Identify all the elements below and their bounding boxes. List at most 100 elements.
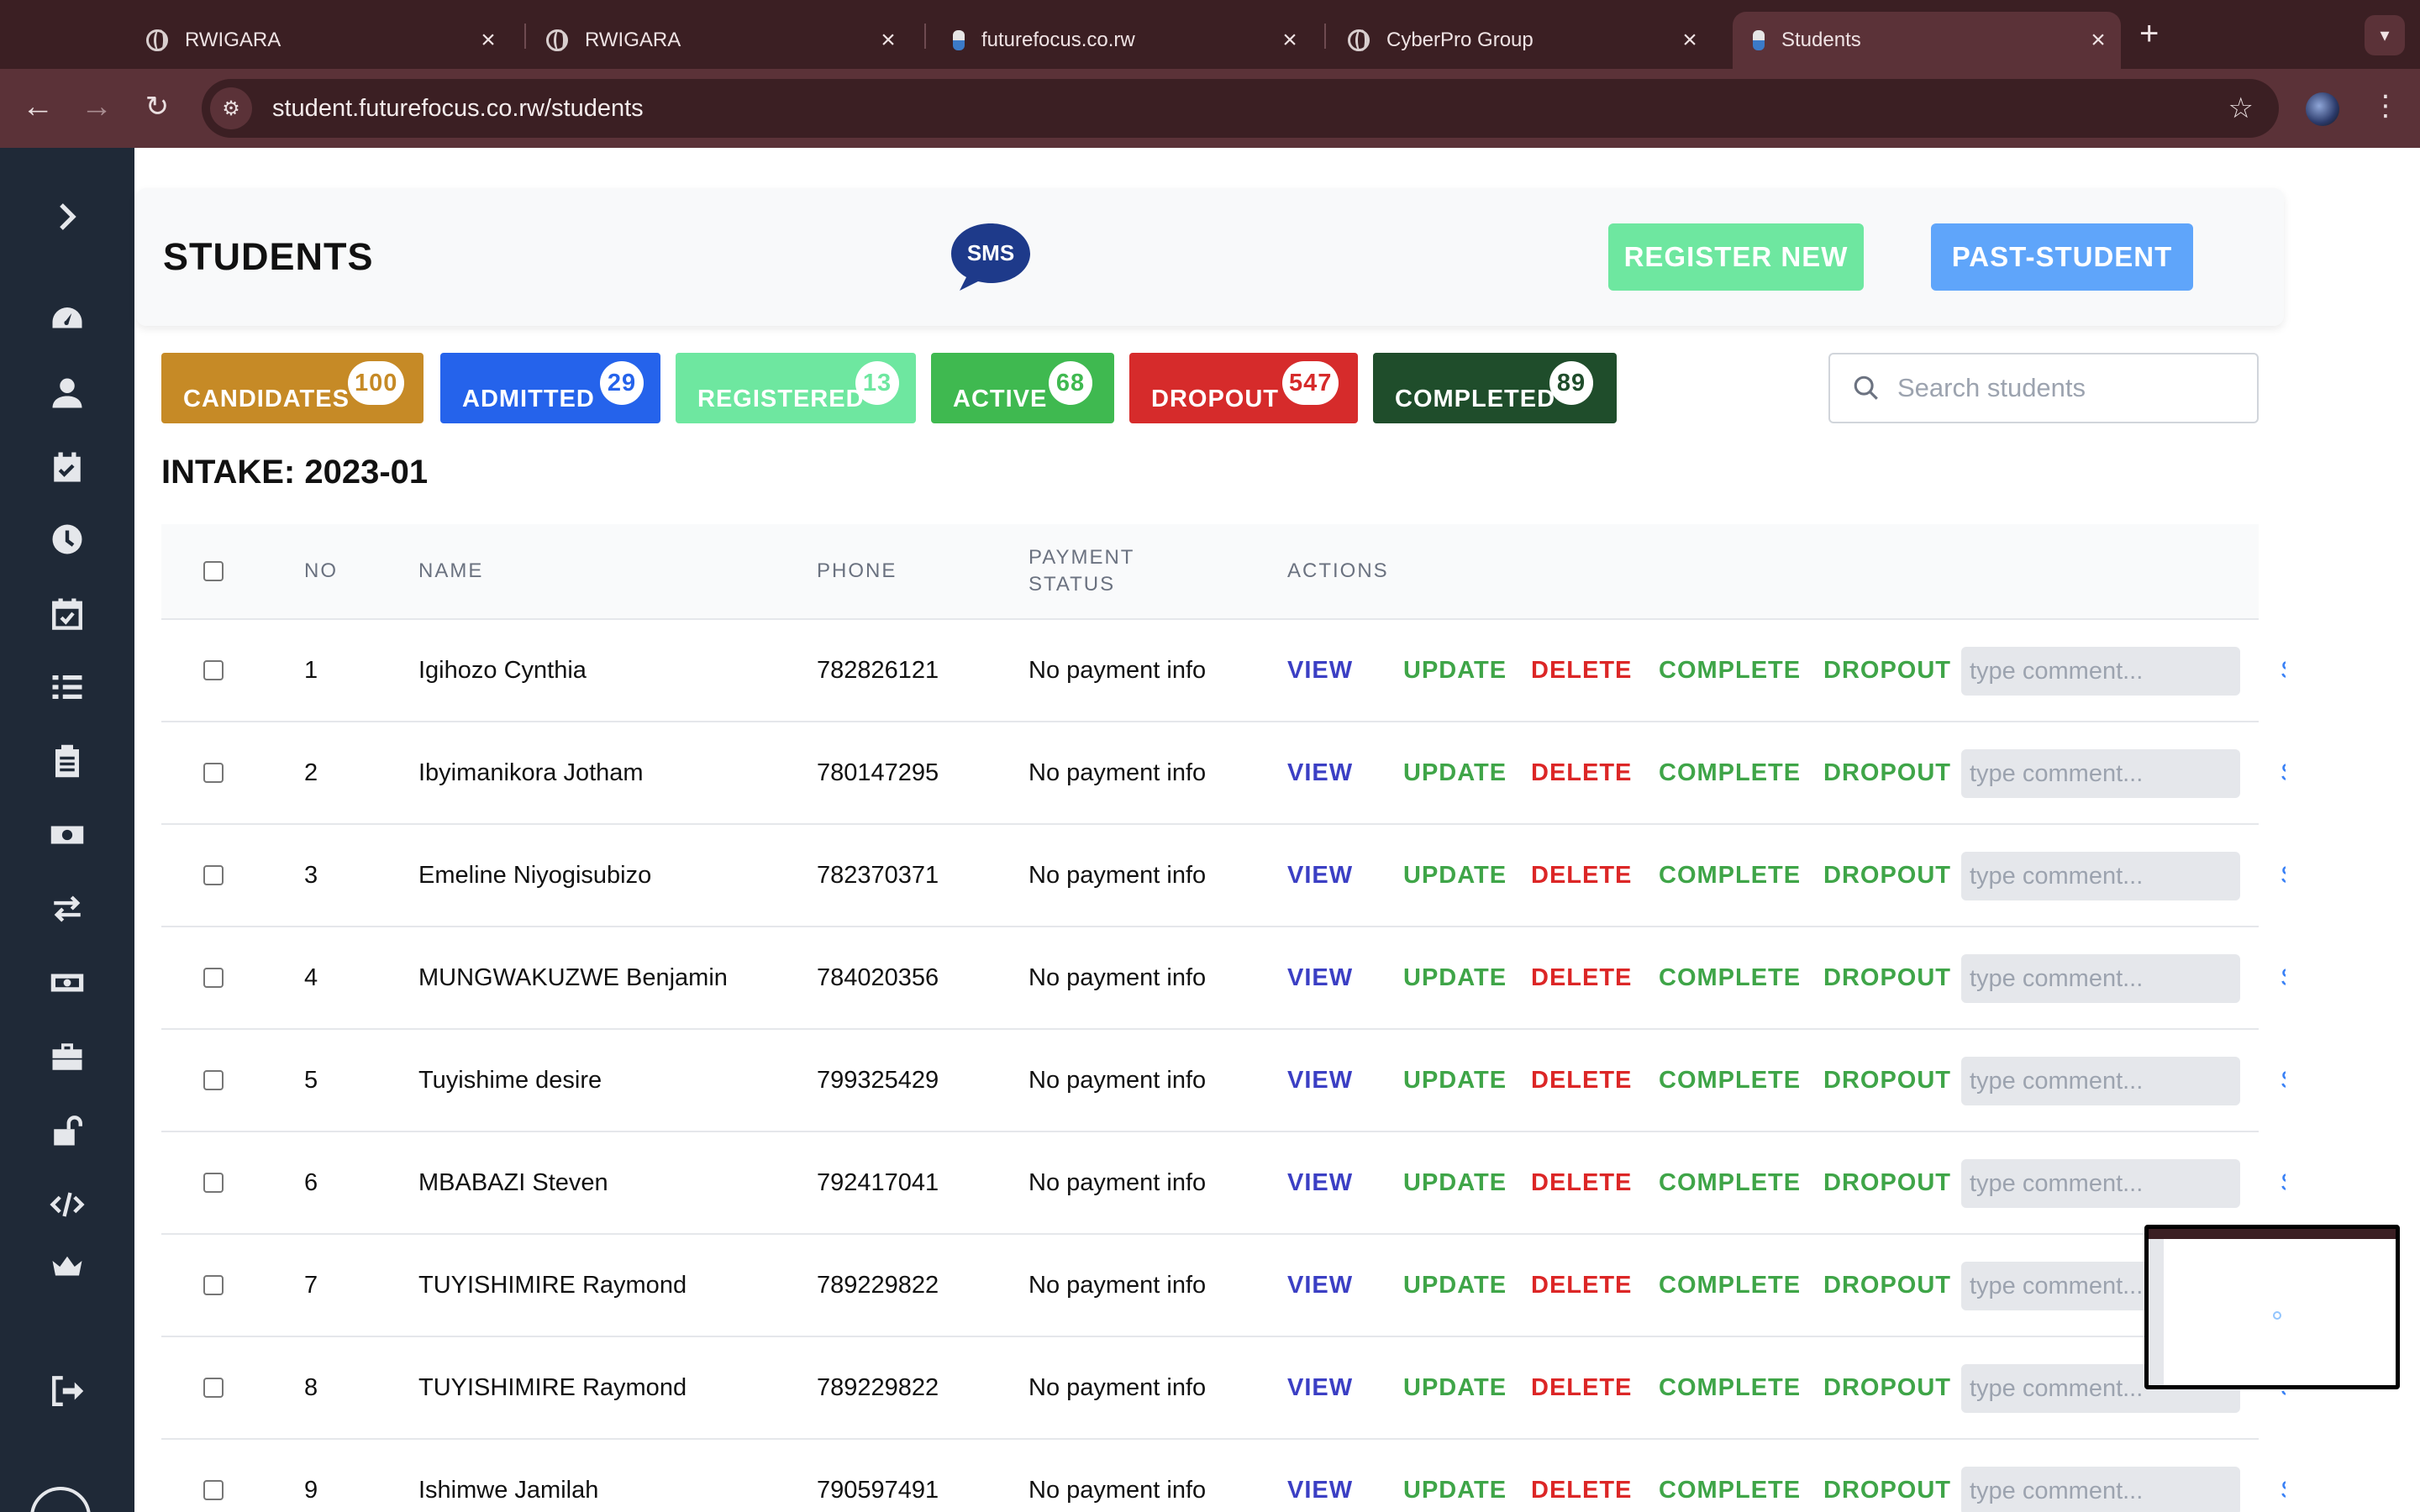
dropout-button[interactable]: DROPOUT bbox=[1823, 620, 1951, 721]
tab-search-button[interactable]: ▾ bbox=[2365, 15, 2405, 55]
clock-icon[interactable] bbox=[47, 519, 87, 559]
profile-avatar[interactable] bbox=[2306, 92, 2339, 126]
truncated-action-button[interactable]: S bbox=[2281, 1132, 2286, 1233]
comment-input[interactable] bbox=[1961, 1159, 2240, 1208]
complete-button[interactable]: COMPLETE bbox=[1659, 1132, 1801, 1233]
filter-dropout[interactable]: DROPOUT 547 bbox=[1129, 353, 1358, 423]
view-button[interactable]: VIEW bbox=[1287, 1235, 1353, 1336]
browser-tab[interactable]: CyberPro Group × bbox=[1336, 12, 1707, 69]
close-icon[interactable]: × bbox=[2086, 26, 2111, 55]
past-student-button[interactable]: PAST-STUDENT bbox=[1931, 223, 2193, 291]
code-icon[interactable] bbox=[47, 1184, 87, 1225]
view-button[interactable]: VIEW bbox=[1287, 620, 1353, 721]
row-checkbox[interactable] bbox=[203, 763, 224, 783]
browser-menu-icon[interactable]: ⋮ bbox=[2371, 89, 2400, 123]
clipboard-icon[interactable] bbox=[47, 741, 87, 781]
complete-button[interactable]: COMPLETE bbox=[1659, 1235, 1801, 1336]
site-settings-icon[interactable]: ⚙ bbox=[210, 87, 252, 129]
avatar[interactable] bbox=[30, 1487, 91, 1512]
close-icon[interactable]: × bbox=[876, 26, 901, 55]
transfer-icon[interactable] bbox=[47, 889, 87, 929]
view-button[interactable]: VIEW bbox=[1287, 825, 1353, 926]
truncated-action-button[interactable]: S bbox=[2281, 1030, 2286, 1131]
bookmark-star-icon[interactable]: ☆ bbox=[2228, 92, 2254, 125]
update-button[interactable]: UPDATE bbox=[1403, 620, 1507, 721]
user-icon[interactable] bbox=[47, 373, 87, 413]
new-tab-button[interactable]: + bbox=[2139, 15, 2159, 53]
address-bar[interactable]: ⚙ student.futurefocus.co.rw/students ☆ bbox=[202, 79, 2279, 138]
search-box[interactable] bbox=[1828, 353, 2259, 423]
select-all-checkbox[interactable] bbox=[203, 561, 224, 581]
row-checkbox[interactable] bbox=[203, 1070, 224, 1090]
update-button[interactable]: UPDATE bbox=[1403, 825, 1507, 926]
browser-tab[interactable]: futurefocus.co.rw × bbox=[936, 12, 1307, 69]
delete-button[interactable]: DELETE bbox=[1531, 620, 1632, 721]
crown-icon[interactable] bbox=[47, 1247, 87, 1287]
dashboard-icon[interactable] bbox=[47, 299, 87, 339]
screen-recording-preview[interactable] bbox=[2144, 1225, 2400, 1389]
dropout-button[interactable]: DROPOUT bbox=[1823, 1235, 1951, 1336]
delete-button[interactable]: DELETE bbox=[1531, 1030, 1632, 1131]
calendar-icon[interactable] bbox=[47, 593, 87, 633]
dropout-button[interactable]: DROPOUT bbox=[1823, 1030, 1951, 1131]
delete-button[interactable]: DELETE bbox=[1531, 1440, 1632, 1512]
money-icon[interactable] bbox=[47, 815, 87, 855]
view-button[interactable]: VIEW bbox=[1287, 1132, 1353, 1233]
dropout-button[interactable]: DROPOUT bbox=[1823, 722, 1951, 823]
close-icon[interactable]: × bbox=[476, 26, 501, 55]
update-button[interactable]: UPDATE bbox=[1403, 1235, 1507, 1336]
update-button[interactable]: UPDATE bbox=[1403, 722, 1507, 823]
back-button[interactable]: ← bbox=[17, 86, 59, 128]
comment-input[interactable] bbox=[1961, 749, 2240, 798]
toolbox-icon[interactable] bbox=[47, 1037, 87, 1077]
url-text[interactable]: student.futurefocus.co.rw/students bbox=[272, 95, 2228, 123]
forward-button[interactable]: → bbox=[76, 86, 118, 128]
update-button[interactable]: UPDATE bbox=[1403, 1030, 1507, 1131]
delete-button[interactable]: DELETE bbox=[1531, 1235, 1632, 1336]
comment-input[interactable] bbox=[1961, 954, 2240, 1003]
delete-button[interactable]: DELETE bbox=[1531, 1132, 1632, 1233]
row-checkbox[interactable] bbox=[203, 1480, 224, 1500]
logout-icon[interactable] bbox=[47, 1371, 87, 1411]
view-button[interactable]: VIEW bbox=[1287, 1337, 1353, 1438]
delete-button[interactable]: DELETE bbox=[1531, 825, 1632, 926]
dropout-button[interactable]: DROPOUT bbox=[1823, 1337, 1951, 1438]
dropout-button[interactable]: DROPOUT bbox=[1823, 927, 1951, 1028]
dropout-button[interactable]: DROPOUT bbox=[1823, 1132, 1951, 1233]
view-button[interactable]: VIEW bbox=[1287, 1440, 1353, 1512]
comment-input[interactable] bbox=[1961, 1057, 2240, 1105]
complete-button[interactable]: COMPLETE bbox=[1659, 722, 1801, 823]
filter-candidates[interactable]: CANDIDATES 100 bbox=[161, 353, 424, 423]
row-checkbox[interactable] bbox=[203, 660, 224, 680]
complete-button[interactable]: COMPLETE bbox=[1659, 825, 1801, 926]
unlock-icon[interactable] bbox=[47, 1110, 87, 1151]
reload-button[interactable]: ↻ bbox=[136, 86, 178, 128]
comment-input[interactable] bbox=[1961, 647, 2240, 696]
dropout-button[interactable]: DROPOUT bbox=[1823, 1440, 1951, 1512]
update-button[interactable]: UPDATE bbox=[1403, 1440, 1507, 1512]
complete-button[interactable]: COMPLETE bbox=[1659, 1337, 1801, 1438]
delete-button[interactable]: DELETE bbox=[1531, 927, 1632, 1028]
filter-completed[interactable]: COMPLETED 89 bbox=[1373, 353, 1617, 423]
truncated-action-button[interactable]: S bbox=[2281, 722, 2286, 823]
delete-button[interactable]: DELETE bbox=[1531, 1337, 1632, 1438]
list-icon[interactable] bbox=[47, 667, 87, 707]
view-button[interactable]: VIEW bbox=[1287, 927, 1353, 1028]
browser-tab[interactable]: RWIGARA × bbox=[534, 12, 906, 69]
row-checkbox[interactable] bbox=[203, 865, 224, 885]
update-button[interactable]: UPDATE bbox=[1403, 1337, 1507, 1438]
row-checkbox[interactable] bbox=[203, 968, 224, 988]
dropout-button[interactable]: DROPOUT bbox=[1823, 825, 1951, 926]
update-button[interactable]: UPDATE bbox=[1403, 927, 1507, 1028]
truncated-action-button[interactable]: S bbox=[2281, 825, 2286, 926]
browser-tab-active[interactable]: Students × bbox=[1733, 12, 2121, 69]
filter-admitted[interactable]: ADMITTED 29 bbox=[440, 353, 660, 423]
filter-active[interactable]: ACTIVE 68 bbox=[931, 353, 1114, 423]
truncated-action-button[interactable]: S bbox=[2281, 620, 2286, 721]
update-button[interactable]: UPDATE bbox=[1403, 1132, 1507, 1233]
browser-tab[interactable]: RWIGARA × bbox=[134, 12, 506, 69]
filter-registered[interactable]: REGISTERED 13 bbox=[676, 353, 916, 423]
comment-input[interactable] bbox=[1961, 1467, 2240, 1512]
row-checkbox[interactable] bbox=[203, 1275, 224, 1295]
chevron-right-icon[interactable] bbox=[47, 197, 87, 237]
